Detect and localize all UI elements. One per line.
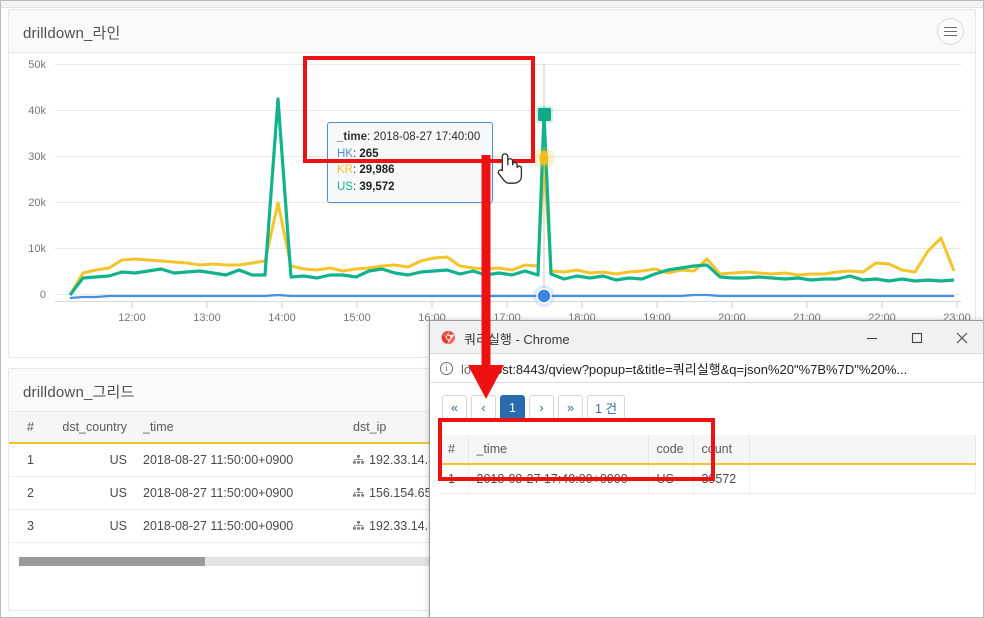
tooltip-time-row: _time: 2018-08-27 17:40:00 xyxy=(337,131,481,143)
cell-time: 2018-08-27 11:50:00+0900 xyxy=(135,509,345,543)
popup-pager-first-button[interactable]: « xyxy=(442,395,467,420)
chrome-favicon-icon xyxy=(441,330,456,345)
network-icon xyxy=(353,488,364,497)
popup-cell-filler xyxy=(749,464,976,494)
tooltip-value-kr: 29,986 xyxy=(359,164,395,176)
svg-text:15:00: 15:00 xyxy=(343,312,371,324)
tooltip-row-kr: KR: 29,986 xyxy=(337,164,395,176)
hamburger-icon[interactable] xyxy=(937,18,964,45)
app-window: drilldown_라인 50k 40k 30k 20k 10k 0 12:00… xyxy=(0,0,984,618)
tooltip-time-key: _time xyxy=(337,131,368,143)
chrome-window-controls xyxy=(849,321,983,354)
close-icon xyxy=(956,332,967,343)
maximize-icon xyxy=(911,332,922,343)
popup-cell-time: 2018-08-27 17:40:00+0900 xyxy=(468,464,649,494)
column-header-time[interactable]: _time xyxy=(135,412,345,444)
popup-cell-num: 1 xyxy=(440,464,469,494)
svg-text:10k: 10k xyxy=(28,243,46,255)
tooltip-key-hk: HK xyxy=(337,147,353,160)
minimize-button[interactable] xyxy=(849,321,894,354)
network-icon xyxy=(353,521,364,530)
popup-column-header-filler xyxy=(749,435,976,465)
popup-pager-next-button[interactable]: › xyxy=(529,395,554,420)
svg-text:12:00: 12:00 xyxy=(118,312,146,324)
chrome-popup-window[interactable]: 쿼리실행 - Chrome i localhost:8443/qview?pop… xyxy=(429,320,983,617)
popup-result-table: # _time code count 1 2018-08-27 17:40:00… xyxy=(440,435,976,494)
popup-table-header-row: # _time code count xyxy=(440,435,976,465)
svg-text:14:00: 14:00 xyxy=(268,312,296,324)
maximize-button[interactable] xyxy=(894,321,939,354)
svg-text:40k: 40k xyxy=(28,105,46,117)
svg-text:0: 0 xyxy=(40,289,46,301)
cell-dst-country: US xyxy=(43,476,135,510)
cell-dst-country: US xyxy=(43,443,135,477)
svg-text:13:00: 13:00 xyxy=(193,312,221,324)
cell-num: 2 xyxy=(9,476,43,510)
popup-pagination: « ‹ 1 › » 1 건 xyxy=(442,395,625,420)
popup-pager-prev-button[interactable]: ‹ xyxy=(471,395,496,420)
tooltip-key-us: US xyxy=(337,180,353,193)
network-icon xyxy=(353,455,364,464)
chart-gridlines xyxy=(55,64,961,295)
cell-time: 2018-08-27 11:50:00+0900 xyxy=(135,443,345,477)
popup-table-row[interactable]: 1 2018-08-27 17:40:00+0900 US 39572 xyxy=(440,464,976,494)
info-icon[interactable]: i xyxy=(440,361,453,375)
scrollbar-thumb[interactable] xyxy=(19,557,205,566)
tooltip-time-value: 2018-08-27 17:40:00 xyxy=(373,131,481,143)
grid-panel-title: drilldown_그리드 xyxy=(23,384,135,401)
cell-dst-country: US xyxy=(43,509,135,543)
url-rest: calhost:8443/qview?popup=t&title=쿼리실행&q=… xyxy=(471,361,908,377)
popup-pager-page-1[interactable]: 1 xyxy=(500,395,525,420)
popup-cell-code: US xyxy=(648,464,694,494)
svg-text:30k: 30k xyxy=(28,151,46,163)
popup-column-header-count[interactable]: count xyxy=(693,435,750,465)
url-prefix: lo xyxy=(461,361,472,377)
chrome-titlebar[interactable]: 쿼리실행 - Chrome xyxy=(430,321,983,354)
popup-pager-last-button[interactable]: » xyxy=(558,395,583,420)
popup-column-header-num[interactable]: # xyxy=(440,435,469,465)
chrome-url-text: localhost:8443/qview?popup=t&title=쿼리실행&… xyxy=(461,359,907,378)
chart-panel: drilldown_라인 50k 40k 30k 20k 10k 0 12:00… xyxy=(8,9,976,358)
chrome-window-title: 쿼리실행 - Chrome xyxy=(464,332,570,347)
chart-panel-title: drilldown_라인 xyxy=(23,25,121,42)
tooltip-value-hk: 265 xyxy=(359,147,379,160)
popup-cell-count: 39572 xyxy=(693,464,750,494)
column-header-dst-country[interactable]: dst_country xyxy=(43,412,135,444)
chrome-omnibox[interactable]: i localhost:8443/qview?popup=t&title=쿼리실… xyxy=(430,354,983,383)
series-line-hk xyxy=(69,293,954,300)
column-header-num[interactable]: # xyxy=(9,412,43,444)
close-button[interactable] xyxy=(939,321,983,354)
y-axis-labels: 50k 40k 30k 20k 10k 0 xyxy=(28,59,46,301)
line-chart-svg: 50k 40k 30k 20k 10k 0 12:00 13:00 14:00 … xyxy=(28,59,971,324)
top-strip xyxy=(1,1,983,8)
cell-num: 1 xyxy=(9,443,43,477)
cell-time: 2018-08-27 11:50:00+0900 xyxy=(135,476,345,510)
tooltip-row-us: US: 39,572 xyxy=(337,180,395,193)
chart-tooltip: _time: 2018-08-27 17:40:00 HK: 265 KR: 2… xyxy=(327,122,493,203)
popup-column-header-code[interactable]: code xyxy=(648,435,694,465)
popup-column-header-time[interactable]: _time xyxy=(468,435,649,465)
svg-text:20k: 20k xyxy=(28,197,46,209)
chart-area[interactable]: 50k 40k 30k 20k 10k 0 12:00 13:00 14:00 … xyxy=(9,53,975,358)
tooltip-key-kr: KR xyxy=(337,164,353,176)
popup-result-count: 1 건 xyxy=(587,395,625,420)
chart-panel-header: drilldown_라인 xyxy=(9,10,975,53)
chrome-page-body: « ‹ 1 › » 1 건 # _time code count 1 2018-… xyxy=(430,383,983,617)
minimize-icon xyxy=(866,337,877,339)
tooltip-row-hk: HK: 265 xyxy=(337,147,379,160)
tooltip-value-us: 39,572 xyxy=(359,180,395,193)
svg-text:50k: 50k xyxy=(28,59,46,71)
cell-num: 3 xyxy=(9,509,43,543)
